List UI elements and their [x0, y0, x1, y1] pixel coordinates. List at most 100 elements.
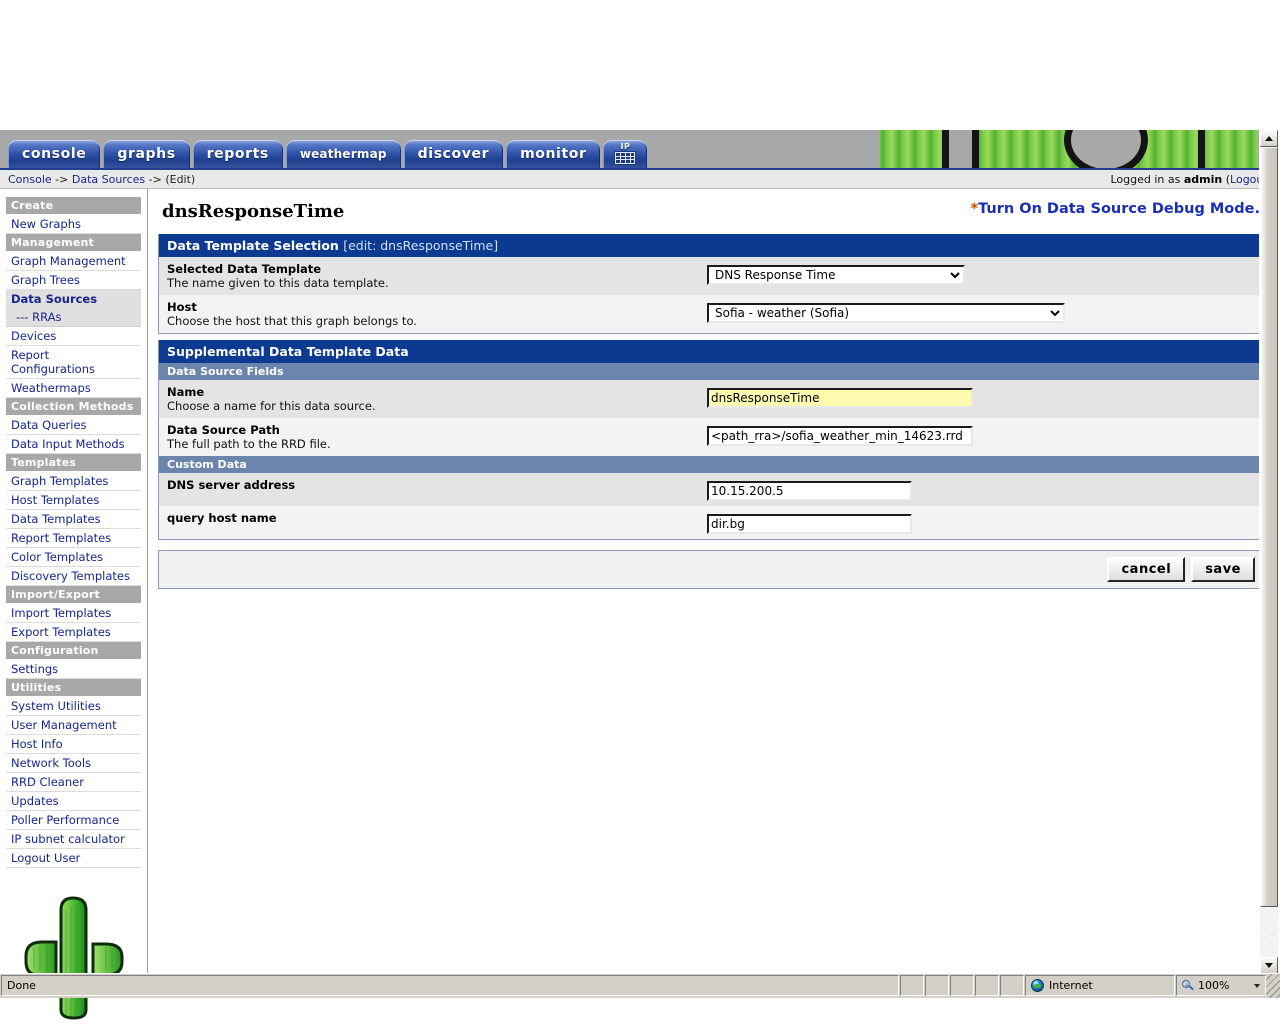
sidebar-item-color-templates[interactable]: Color Templates	[6, 548, 141, 567]
tab-graphs-label: graphs	[117, 146, 176, 162]
sidebar-item-user-management[interactable]: User Management	[6, 716, 141, 735]
host-field: Sofia - weather (Sofia)	[707, 300, 1255, 323]
sidebar-item-ip-subnet-calculator[interactable]: IP subnet calculator	[6, 830, 141, 849]
breadcrumb-console-link[interactable]: Console	[8, 173, 52, 186]
sidebar-item-discovery-templates[interactable]: Discovery Templates	[6, 567, 141, 586]
host-label-group: Host Choose the host that this graph bel…	[167, 300, 707, 328]
breadcrumb-data-sources-link[interactable]: Data Sources	[72, 173, 145, 186]
name-input[interactable]	[707, 388, 973, 408]
tab-ip-calculator[interactable]: IP	[603, 140, 648, 168]
data-source-path-label: Data Source Path	[167, 423, 280, 437]
debug-mode-label: Turn On Data Source Debug Mode.	[978, 201, 1260, 217]
data-template-selection-subtitle: [edit: dnsResponseTime]	[343, 238, 499, 253]
sidebar-item-updates[interactable]: Updates	[6, 792, 141, 811]
security-zone-label: Internet	[1049, 979, 1093, 992]
sidebar-item-poller-performance[interactable]: Poller Performance	[6, 811, 141, 830]
cacti-application: console graphs reports weathermap discov…	[0, 130, 1280, 1020]
sidebar-item-weathermaps[interactable]: Weathermaps	[6, 379, 141, 398]
sidebar-item-data-queries[interactable]: Data Queries	[6, 416, 141, 435]
query-host-name-input[interactable]	[707, 514, 912, 534]
data-source-path-input[interactable]	[707, 426, 973, 446]
name-label-group: Name Choose a name for this data source.	[167, 385, 707, 413]
row-query-host-name: query host name	[159, 506, 1263, 539]
status-text-cell: Done	[1, 975, 899, 996]
tab-monitor[interactable]: monitor	[506, 140, 601, 168]
page-vertical-scrollbar[interactable]	[1259, 130, 1280, 974]
save-button[interactable]: save	[1191, 557, 1255, 582]
tab-reports[interactable]: reports	[192, 140, 283, 168]
debug-star: *	[970, 201, 979, 217]
sidebar-item-host-info[interactable]: Host Info	[6, 735, 141, 754]
sidebar-item-network-tools[interactable]: Network Tools	[6, 754, 141, 773]
scrollbar-track[interactable]	[1260, 147, 1278, 957]
sidebar-item-export-templates[interactable]: Export Templates	[6, 623, 141, 642]
breadcrumb-sep-2: ->	[148, 172, 162, 186]
sidebar-item-data-templates[interactable]: Data Templates	[6, 510, 141, 529]
zoom-chevron-down-icon[interactable]	[1254, 983, 1260, 988]
sidebar-item-logout-user[interactable]: Logout User	[6, 849, 141, 868]
sidebar-item-settings[interactable]: Settings	[6, 660, 141, 679]
sidebar-item-data-sources[interactable]: Data Sources	[6, 290, 141, 308]
query-host-name-field	[707, 511, 1255, 534]
zoom-plus-glyph: +	[1184, 981, 1190, 990]
zoom-cell[interactable]: + 100%	[1176, 975, 1266, 996]
sidebar-item-import-templates[interactable]: Import Templates	[6, 604, 141, 623]
sidebar-section-import-export: Import/Export	[6, 586, 141, 603]
selected-data-template-select[interactable]: DNS Response Time	[707, 265, 965, 285]
cactus-icon	[24, 896, 123, 1020]
query-host-name-label-group: query host name	[167, 511, 707, 525]
data-template-selection-title: Data Template Selection	[167, 238, 339, 253]
name-field	[707, 385, 1255, 408]
sidebar-item-graph-management[interactable]: Graph Management	[6, 252, 141, 271]
dns-server-address-input[interactable]	[707, 481, 912, 501]
selected-data-template-label-group: Selected Data Template The name given to…	[167, 262, 707, 290]
breadcrumb-current: (Edit)	[165, 172, 196, 186]
page-body: Create New Graphs Management Graph Manageme…	[0, 189, 1280, 1020]
zoom-magnifier-icon: +	[1182, 979, 1194, 992]
zoom-level-label: 100%	[1198, 979, 1230, 992]
security-zone-cell[interactable]: Internet	[1025, 975, 1175, 996]
sidebar-section-create: Create	[6, 197, 141, 214]
supplemental-data-header: Supplemental Data Template Data	[159, 340, 1263, 363]
scroll-down-icon	[1265, 963, 1273, 968]
scrollbar-thumb[interactable]	[1260, 147, 1278, 907]
cancel-button[interactable]: cancel	[1107, 557, 1186, 582]
ip-calculator-icon: IP	[613, 143, 637, 165]
cacti-logo	[6, 890, 141, 1030]
row-selected-data-template: Selected Data Template The name given to…	[159, 257, 1263, 295]
name-desc: Choose a name for this data source.	[167, 399, 376, 413]
sidebar-item-graph-trees[interactable]: Graph Trees	[6, 271, 141, 290]
debug-mode-link[interactable]: *Turn On Data Source Debug Mode.	[971, 201, 1261, 217]
tab-discover[interactable]: discover	[403, 140, 504, 168]
dns-server-address-label: DNS server address	[167, 478, 296, 492]
sidebar-item-rrd-cleaner[interactable]: RRD Cleaner	[6, 773, 141, 792]
sidebar-item-new-graphs[interactable]: New Graphs	[6, 215, 141, 234]
sidebar-section-management: Management	[6, 234, 141, 251]
logged-in-prefix: Logged in as	[1110, 172, 1181, 186]
tab-console[interactable]: console	[8, 140, 101, 168]
supplemental-data-title: Supplemental Data Template Data	[167, 344, 409, 359]
scroll-down-button[interactable]	[1260, 957, 1278, 974]
host-select[interactable]: Sofia - weather (Sofia)	[707, 303, 1065, 323]
status-text: Done	[7, 979, 36, 992]
sidebar-item-data-input-methods[interactable]: Data Input Methods	[6, 435, 141, 454]
sidebar-item-system-utilities[interactable]: System Utilities	[6, 697, 141, 716]
sidebar-sections: Create New Graphs Management Graph Manageme…	[6, 197, 141, 868]
sidebar-section-collection-methods: Collection Methods	[6, 398, 141, 415]
sidebar-item-report-configurations[interactable]: Report Configurations	[6, 346, 141, 379]
sidebar-item-rras[interactable]: --- RRAs	[6, 308, 141, 327]
data-template-selection-header: Data Template Selection [edit: dnsRespon…	[159, 234, 1263, 257]
resize-grip[interactable]	[1266, 974, 1280, 998]
tab-weathermap[interactable]: weathermap	[285, 140, 401, 168]
tab-monitor-label: monitor	[520, 146, 587, 162]
page-header: dnsResponseTime *Turn On Data Source Deb…	[158, 199, 1264, 234]
main-content: dnsResponseTime *Turn On Data Source Deb…	[148, 189, 1280, 995]
sidebar-item-graph-templates[interactable]: Graph Templates	[6, 472, 141, 491]
dns-server-address-label-group: DNS server address	[167, 478, 707, 492]
row-data-source-path: Data Source Path The full path to the RR…	[159, 418, 1263, 456]
tab-graphs[interactable]: graphs	[103, 140, 190, 168]
data-template-selection-panel: Data Template Selection [edit: dnsRespon…	[158, 234, 1264, 334]
sidebar-item-report-templates[interactable]: Report Templates	[6, 529, 141, 548]
sidebar-item-devices[interactable]: Devices	[6, 327, 141, 346]
sidebar-item-host-templates[interactable]: Host Templates	[6, 491, 141, 510]
